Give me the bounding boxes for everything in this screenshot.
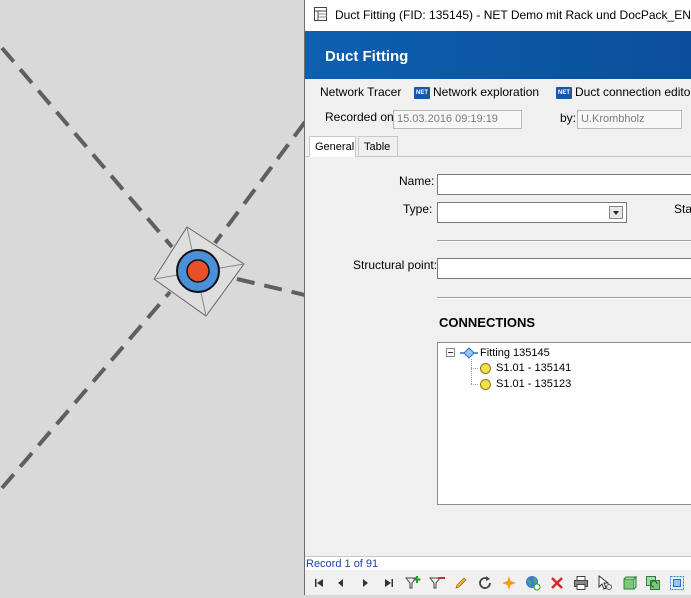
duct-connection-editor-button[interactable]: NET Duct connection edito bbox=[556, 83, 690, 101]
type-dropdown[interactable] bbox=[437, 202, 627, 223]
structural-point-label: Structural point: bbox=[353, 258, 438, 272]
toolbar: Network Tracer NET Network exploration NE… bbox=[305, 83, 691, 101]
last-record-icon[interactable] bbox=[381, 575, 397, 591]
map-canvas[interactable] bbox=[0, 0, 307, 595]
duct-fitting-window: Duct Fitting (FID: 135145) - NET Demo mi… bbox=[304, 0, 691, 595]
zoom-to-selection-icon[interactable] bbox=[669, 575, 685, 591]
duct-connection-icon bbox=[480, 378, 491, 390]
tree-item-label: S1.01 - 135141 bbox=[496, 362, 572, 374]
tab-table[interactable]: Table bbox=[358, 136, 398, 156]
duct-connection-icon bbox=[480, 362, 491, 374]
net-icon: NET bbox=[556, 86, 572, 99]
tree-item[interactable]: S1.01 - 135123 bbox=[480, 377, 571, 391]
name-field[interactable] bbox=[437, 174, 691, 195]
next-record-icon[interactable] bbox=[357, 575, 373, 591]
print-icon[interactable] bbox=[573, 575, 589, 591]
fitting-icon bbox=[460, 347, 478, 359]
tree-root-label: Fitting 135145 bbox=[480, 347, 550, 359]
duct-line-sw bbox=[0, 290, 172, 490]
remove-filter-icon[interactable] bbox=[429, 575, 445, 591]
previous-record-icon[interactable] bbox=[333, 575, 349, 591]
connections-heading: CONNECTIONS bbox=[439, 315, 536, 330]
by-label: by: bbox=[560, 111, 577, 125]
tree-item[interactable]: S1.01 - 135141 bbox=[480, 361, 571, 375]
general-tab-panel: Name: Type: Stat Structural point: CONNE… bbox=[305, 156, 691, 557]
record-counter: Record 1 of 91 bbox=[306, 558, 379, 570]
network-tracer-button[interactable]: Network Tracer bbox=[320, 83, 401, 101]
highlight-icon[interactable] bbox=[501, 575, 517, 591]
duct-connection-editor-label: Duct connection edito bbox=[575, 85, 691, 99]
type-label: Type: bbox=[403, 202, 433, 216]
select-cursor-icon[interactable] bbox=[597, 575, 613, 591]
tree-root-fitting[interactable]: Fitting 135145 bbox=[460, 346, 550, 360]
form-icon bbox=[314, 7, 327, 21]
banner-title: Duct Fitting bbox=[325, 48, 409, 65]
recorded-on-field: 15.03.2016 09:19:19 bbox=[393, 110, 522, 129]
zoom-to-globe-icon[interactable] bbox=[525, 575, 541, 591]
recorded-by-field: U.Krombholz bbox=[577, 110, 682, 129]
window-title: Duct Fitting (FID: 135145) - NET Demo mi… bbox=[335, 8, 691, 22]
recorded-on-label: Recorded on: bbox=[325, 110, 398, 124]
delete-icon[interactable] bbox=[549, 575, 565, 591]
dropdown-arrow-icon[interactable] bbox=[609, 206, 623, 219]
divider bbox=[437, 297, 691, 299]
net-icon: NET bbox=[414, 86, 430, 99]
edit-pencil-icon[interactable] bbox=[453, 575, 469, 591]
add-filter-icon[interactable] bbox=[405, 575, 421, 591]
tab-general[interactable]: General bbox=[309, 136, 356, 157]
copy-feature-icon[interactable] bbox=[645, 575, 661, 591]
new-feature-icon[interactable] bbox=[621, 575, 637, 591]
first-record-icon[interactable] bbox=[311, 575, 327, 591]
title-bar[interactable]: Duct Fitting (FID: 135145) - NET Demo mi… bbox=[305, 0, 691, 31]
name-label: Name: bbox=[399, 174, 435, 188]
structural-point-field[interactable] bbox=[437, 258, 691, 279]
duct-line-e bbox=[236, 277, 306, 297]
map-drawing bbox=[0, 46, 307, 490]
network-exploration-label: Network exploration bbox=[433, 85, 540, 99]
refresh-icon[interactable] bbox=[477, 575, 493, 591]
connections-tree[interactable]: Fitting 135145 S1.01 - 135141 S1.01 - 13… bbox=[437, 342, 691, 505]
duct-line-nw bbox=[0, 46, 174, 249]
duct-line-ne bbox=[213, 120, 307, 245]
status-bar: Record 1 of 91 bbox=[305, 556, 691, 571]
tree-item-label: S1.01 - 135123 bbox=[496, 378, 572, 390]
navigation-toolbar bbox=[305, 570, 691, 595]
divider bbox=[437, 240, 691, 242]
status-label: Stat bbox=[674, 202, 691, 216]
header-banner: Duct Fitting bbox=[305, 31, 691, 79]
network-exploration-button[interactable]: NET Network exploration bbox=[414, 83, 539, 101]
